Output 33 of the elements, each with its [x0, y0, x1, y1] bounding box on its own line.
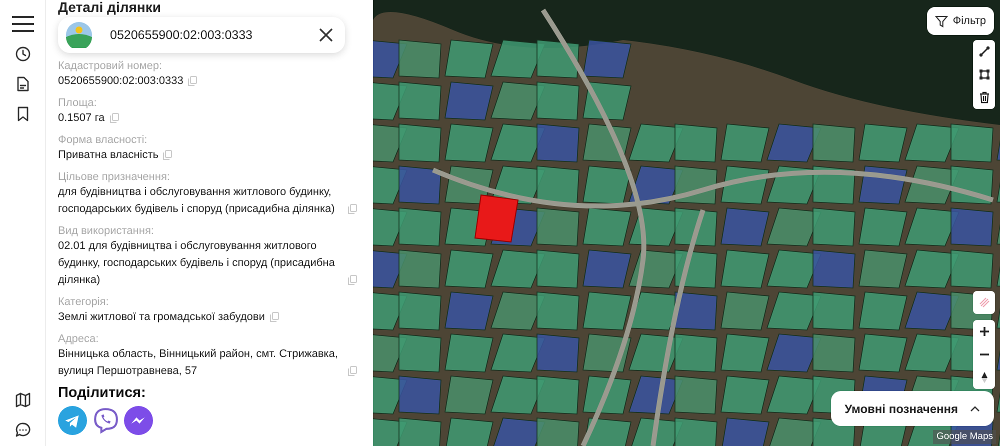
telegram-icon[interactable] [58, 406, 87, 435]
viber-icon[interactable] [91, 406, 120, 435]
field-label: Адреса: [58, 332, 100, 346]
document-icon[interactable] [14, 76, 30, 92]
legend-button[interactable]: Умовні позначення [830, 391, 994, 426]
field-value: для будівництва і обслуговування житлового будинку, господарських будівель і споруд (присадибна ділянка) [58, 185, 336, 217]
field-value: Землі житлової та громадської забудови [58, 310, 265, 325]
close-icon[interactable] [319, 28, 333, 42]
field-label: Форма власності: [58, 133, 148, 147]
satellite-map-drawing[interactable] [373, 0, 1000, 446]
field-value: 0520655900:02:003:0333 [58, 74, 184, 89]
field-label: Цільове призначення: [58, 170, 171, 184]
field-label: Категорія: [58, 295, 110, 309]
chevron-up-icon [970, 406, 980, 412]
field-value: 0.1507 га [58, 111, 105, 126]
messenger-icon[interactable] [124, 406, 153, 435]
chat-icon[interactable] [14, 422, 30, 438]
field-label: Кадастровий номер: [58, 59, 164, 73]
field-value: Приватна власність [58, 148, 158, 163]
logo-icon [66, 22, 92, 48]
map-attribution: Google Maps [933, 430, 996, 444]
share-heading: Поділитися: [58, 384, 147, 402]
field-label: Площа: [58, 96, 98, 110]
field-value: 02.01 для будівництва і обслуговування житлового будинку, господарських будівель і споруд (присадибна ділянка) [58, 239, 336, 288]
menu-icon[interactable] [12, 16, 34, 32]
field-value: Вінницька область, Вінницький район, смт. Стрижавка, вулиця Першотравнева, 57 [58, 347, 339, 379]
map-icon[interactable] [14, 392, 30, 408]
field-label: Вид використання: [58, 224, 155, 238]
panel-title: Деталі ділянки [58, 0, 162, 15]
search-field[interactable]: 0520655900:02:003:0333 [108, 24, 303, 46]
history-icon[interactable] [14, 46, 30, 62]
filter-button[interactable]: Фільтр [926, 7, 994, 35]
filter-icon [934, 14, 948, 28]
